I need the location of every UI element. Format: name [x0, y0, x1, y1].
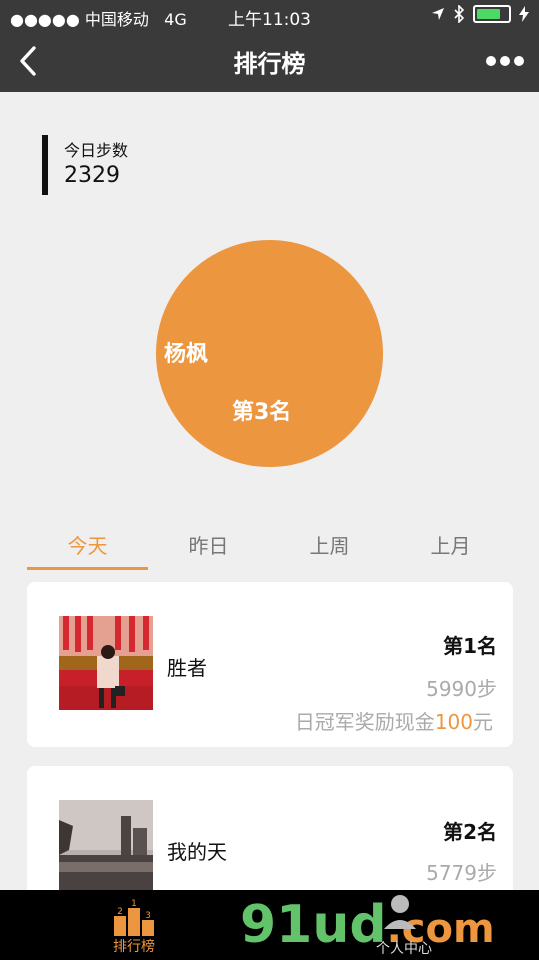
user-rank: 第1名: [443, 634, 497, 658]
user-name: 胜者: [167, 656, 207, 680]
leaderboard-item-1[interactable]: 胜者 第1名 5990步 日冠军奖励现金100元: [27, 582, 513, 747]
user-rank: 第2名: [443, 820, 497, 844]
active-tab-indicator: [27, 567, 148, 570]
steps-value: 2329: [64, 163, 120, 188]
page-title: 排行榜: [233, 50, 306, 78]
my-rank: 第3名: [232, 400, 292, 425]
steps-label: 今日步数: [64, 141, 129, 160]
watermark-main: 91ud: [240, 895, 387, 955]
watermark-logo: 91ud.com: [240, 895, 495, 955]
more-options-icon[interactable]: [485, 54, 525, 68]
leaderboard-item-2[interactable]: 我的天 第2名 5779步: [27, 766, 513, 896]
charging-icon: [519, 6, 529, 22]
svg-text:2: 2: [117, 907, 123, 917]
period-tabs: 今天 昨日 上周 上月: [27, 520, 513, 572]
navigation-bar: 排行榜: [0, 30, 539, 92]
svg-text:1: 1: [131, 899, 137, 909]
battery-icon: [473, 5, 511, 23]
reward-suffix: 元: [473, 710, 493, 734]
tab-last-week[interactable]: 上周: [269, 530, 390, 559]
svg-text:3: 3: [145, 911, 151, 921]
user-steps: 5990步: [426, 677, 497, 701]
reward-prefix: 日冠军奖励现金: [294, 710, 435, 734]
reward-amount: 100: [434, 710, 473, 734]
bluetooth-icon: [454, 5, 465, 23]
tab-yesterday[interactable]: 昨日: [148, 530, 269, 559]
status-icons: [431, 5, 529, 23]
reward-text: 日冠军奖励现金100元: [295, 706, 493, 735]
user-name: 我的天: [167, 840, 227, 864]
tab-today[interactable]: 今天: [27, 530, 148, 559]
my-name: 杨枫: [164, 342, 209, 367]
avatar: [59, 800, 153, 894]
my-rank-circle: 杨枫 第3名: [156, 240, 383, 467]
tab-leaderboard-label[interactable]: 排行榜: [102, 936, 166, 956]
status-bar: ●●●●● 中国移动 4G 上午11:03: [0, 0, 539, 30]
tab-last-month[interactable]: 上月: [390, 530, 511, 559]
podium-icon[interactable]: 2 1 3: [110, 896, 158, 936]
tab-profile-label[interactable]: 个人中心: [376, 938, 432, 958]
person-icon[interactable]: [380, 893, 420, 929]
user-steps: 5779步: [426, 861, 497, 885]
location-icon: [432, 8, 444, 20]
avatar: [59, 616, 153, 710]
steps-accent-bar: [42, 135, 48, 195]
